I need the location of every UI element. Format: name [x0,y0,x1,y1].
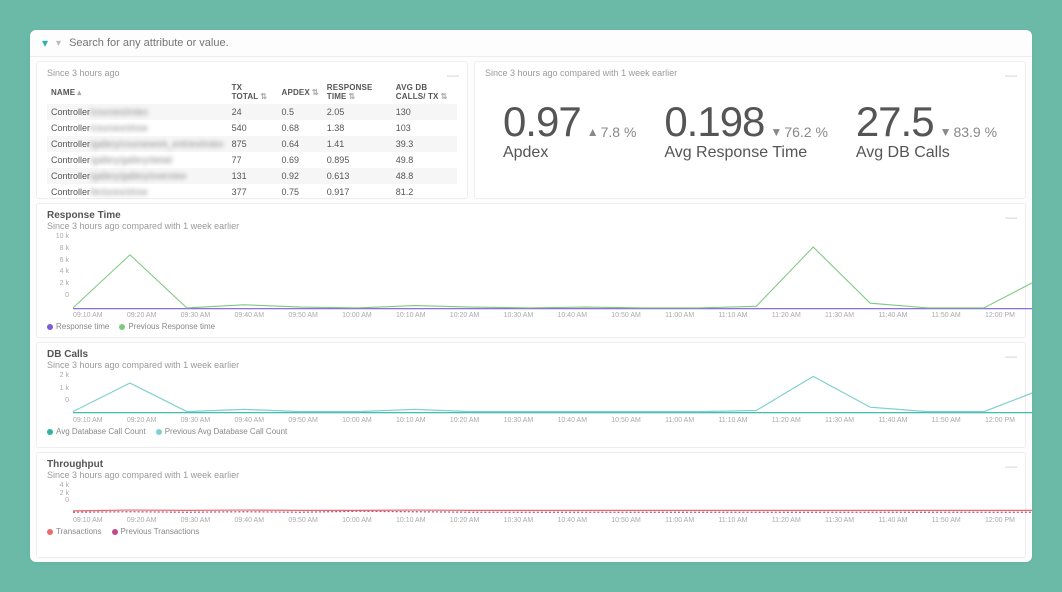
chart-title: DB Calls [47,349,1015,360]
table-header-name[interactable]: NAME▴ [47,80,228,104]
metric-avg-db: 27.5 ▼83.9 % Avg DB Calls [856,98,997,162]
table-row[interactable]: Controller/courses/index240.52.05130 [47,104,457,120]
legend-dot-icon [119,324,125,330]
sort-icon[interactable]: ⇅ [441,92,448,101]
dashboard-content: Since 3 hours ago — NAME▴ TX TOTAL⇅ APDE… [30,57,1032,562]
search-input[interactable] [69,37,1020,49]
chart-subtitle: Since 3 hours ago compared with 1 week e… [47,470,1015,480]
legend-dot-icon [47,429,53,435]
throughput-chart-card: — Throughput Since 3 hours ago compared … [36,452,1026,558]
metric-apdex: 0.97 ▲7.8 % Apdex [503,98,636,162]
metric-label: Avg Response Time [664,144,828,162]
metric-value: 27.5 [856,98,934,146]
sort-icon[interactable]: ⇅ [349,92,356,101]
sort-icon[interactable]: ⇅ [260,92,267,101]
chart-plot-area: 2 k1 k0 [47,372,1015,416]
metric-label: Apdex [503,144,636,162]
table-row[interactable]: Controller/courses/show5400.681.38103 [47,120,457,136]
chevron-down-icon[interactable]: ▾ [56,38,61,49]
triangle-up-icon: ▲ [587,125,599,139]
filter-icon[interactable]: ▾ [42,36,48,50]
table-header-apdex[interactable]: APDEX⇅ [278,80,323,104]
table-subtitle: Since 3 hours ago [47,68,457,78]
db-calls-chart-card: — DB Calls Since 3 hours ago compared wi… [36,342,1026,448]
metric-avg-rt: 0.198 ▼76.2 % Avg Response Time [664,98,828,162]
card-collapse-icon[interactable]: — [1005,459,1017,473]
transactions-table: NAME▴ TX TOTAL⇅ APDEX⇅ RESPONSE TIME⇅ AV… [47,80,457,200]
table-row[interactable]: Controller/lectures/show3770.750.91781.2 [47,184,457,200]
legend-dot-icon [156,429,162,435]
table-header-tx[interactable]: TX TOTAL⇅ [228,80,278,104]
chart-title: Throughput [47,459,1015,470]
chart-legend: Avg Database Call Count Previous Avg Dat… [47,427,1015,436]
triangle-down-icon: ▼ [770,125,782,139]
chart-legend: Response time Previous Response time [47,322,1015,331]
card-collapse-icon[interactable]: — [447,68,459,82]
card-collapse-icon[interactable]: — [1005,349,1017,363]
metric-value: 0.97 [503,98,581,146]
table-row[interactable]: Controller/gallery/coursework_entries/in… [47,136,457,152]
table-header-rt[interactable]: RESPONSE TIME⇅ [323,80,392,104]
chart-subtitle: Since 3 hours ago compared with 1 week e… [47,360,1015,370]
legend-dot-icon [47,324,53,330]
chart-plot-area: 4 k2 k0 [47,482,1015,516]
dashboard-panel: ▾ ▾ Since 3 hours ago — NAME▴ TX TOTAL⇅ … [30,30,1032,562]
chart-legend: Transactions Previous Transactions [47,527,1015,536]
table-row[interactable]: Controller/gallery/gallery/overview1310.… [47,168,457,184]
table-header-db[interactable]: AVG DB CALLS/ TX⇅ [392,80,457,104]
card-collapse-icon[interactable]: — [1005,210,1017,224]
chart-title: Response Time [47,210,1015,221]
legend-dot-icon [47,529,53,535]
transactions-table-card: Since 3 hours ago — NAME▴ TX TOTAL⇅ APDE… [36,61,468,199]
kpi-subtitle: Since 3 hours ago compared with 1 week e… [485,68,677,78]
metric-value: 0.198 [664,98,764,146]
triangle-down-icon: ▼ [940,125,952,139]
search-bar: ▾ ▾ [30,30,1032,57]
response-time-chart-card: — Response Time Since 3 hours ago compar… [36,203,1026,338]
chart-plot-area: 10 k8 k6 k4 k2 k0 [47,233,1015,311]
chart-subtitle: Since 3 hours ago compared with 1 week e… [47,221,1015,231]
legend-dot-icon [112,529,118,535]
metric-label: Avg DB Calls [856,144,997,162]
kpi-card: Since 3 hours ago compared with 1 week e… [474,61,1026,199]
sort-icon[interactable]: ⇅ [312,88,319,97]
table-row[interactable]: Controller/gallery/gallery/detail770.690… [47,152,457,168]
card-collapse-icon[interactable]: — [1005,68,1017,82]
sort-icon[interactable]: ▴ [77,88,81,97]
